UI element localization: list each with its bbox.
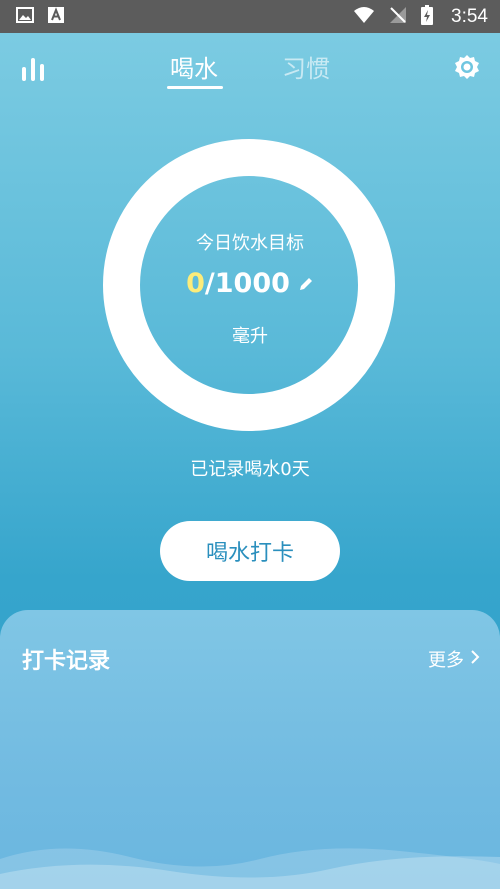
goal-amount: 0 / 1000	[0, 268, 500, 299]
font-notification-icon	[48, 6, 64, 27]
recorded-days-text: 已记录喝水0天	[190, 459, 310, 480]
tab-drink-water[interactable]: 喝水	[170, 49, 218, 84]
status-time: 3:54	[451, 5, 488, 27]
goal-label: 今日饮水目标	[196, 233, 304, 254]
status-bar: 3:54	[0, 0, 500, 33]
drink-checkin-button[interactable]: 喝水打卡	[160, 521, 340, 581]
tab-habits[interactable]: 习惯	[282, 49, 330, 84]
goal-target: 1000	[214, 268, 290, 299]
active-tab-indicator	[167, 86, 223, 89]
wave-decoration	[0, 848, 500, 889]
gear-icon[interactable]	[454, 54, 480, 80]
more-label: 更多	[428, 650, 464, 671]
battery-charging-icon	[421, 4, 434, 29]
chevron-right-icon	[470, 649, 480, 670]
checkin-records-panel: 打卡记录 更多	[0, 610, 500, 889]
bar-chart-icon[interactable]	[20, 55, 46, 83]
top-bar: 喝水 习惯	[0, 33, 500, 97]
wifi-icon	[353, 6, 375, 28]
goal-unit: 毫升	[232, 326, 268, 347]
records-title: 打卡记录	[22, 649, 111, 674]
current-intake: 0	[186, 268, 205, 299]
no-signal-icon	[389, 6, 407, 28]
gallery-notification-icon	[16, 6, 34, 27]
records-more-link[interactable]: 更多	[428, 646, 480, 672]
pencil-icon[interactable]	[298, 276, 314, 292]
goal-separator: /	[204, 268, 215, 299]
